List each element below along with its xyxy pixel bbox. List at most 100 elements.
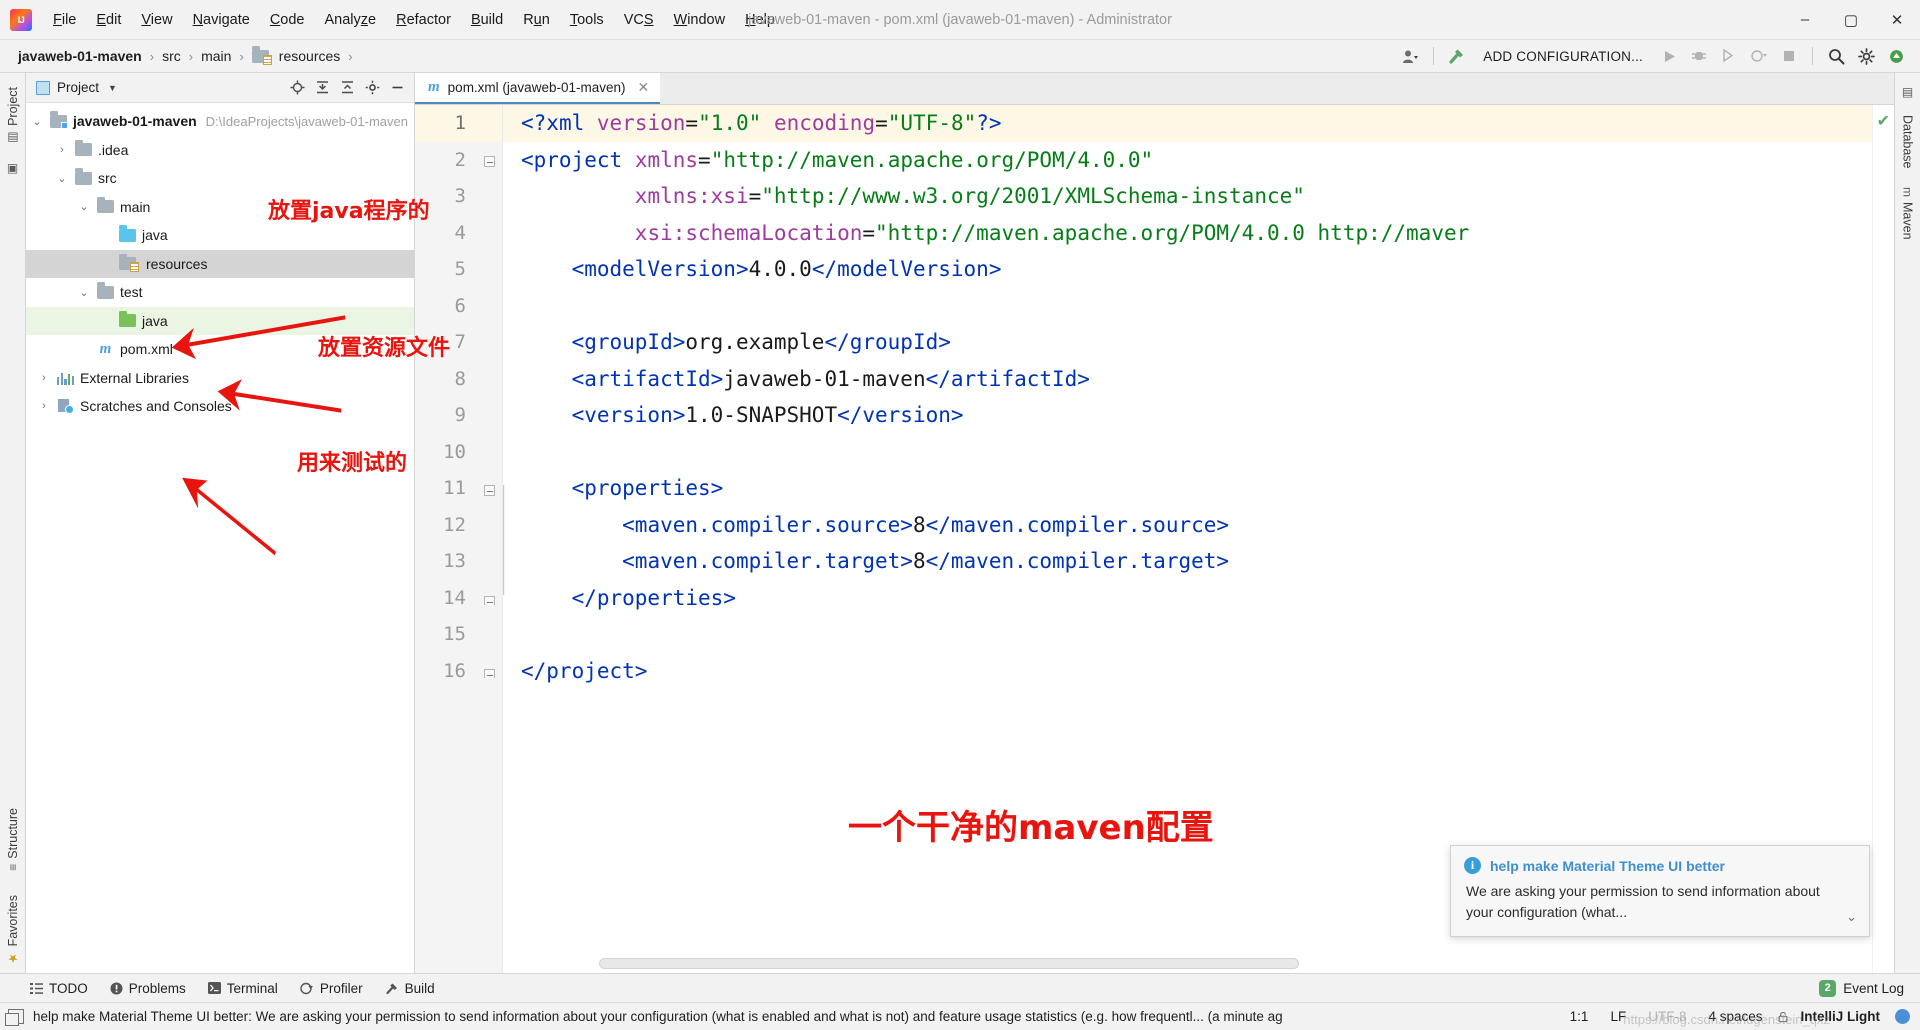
scrollbar-thumb[interactable]: [599, 958, 1299, 969]
chevron-down-icon[interactable]: ⌄: [54, 172, 70, 185]
menu-navigate[interactable]: Navigate: [184, 8, 259, 32]
hammer-icon[interactable]: [1443, 43, 1471, 69]
code-content[interactable]: <?xml version="1.0" encoding="UTF-8"?> <…: [503, 105, 1894, 973]
chevron-down-icon[interactable]: ⌄: [29, 115, 45, 128]
tree-row-test-java[interactable]: › java: [26, 306, 414, 335]
expand-icon[interactable]: [336, 77, 358, 99]
breadcrumb-project[interactable]: javaweb-01-maven: [14, 46, 146, 66]
tree-row-scratches-and-consoles[interactable]: › Scratches and Consoles: [26, 392, 414, 421]
event-log-button[interactable]: 2 Event Log: [1819, 979, 1920, 997]
status-message[interactable]: help make Material Theme UI better: We a…: [33, 1009, 1283, 1024]
editor-gutter[interactable]: 1 2 3 4 5 6 7 8 9 10 11 12 13 14 15 16: [415, 105, 503, 973]
menu-vcs[interactable]: VCS: [615, 8, 663, 32]
bottom-tab-todo[interactable]: TODO: [22, 978, 96, 999]
indent-setting[interactable]: 4 spaces: [1697, 1009, 1773, 1024]
update-icon[interactable]: [1882, 43, 1910, 69]
stop-icon[interactable]: [1775, 43, 1803, 69]
minimize-button[interactable]: –: [1782, 0, 1828, 39]
tree-row-idea[interactable]: › .idea: [26, 136, 414, 165]
breadcrumb-src[interactable]: src: [158, 46, 185, 66]
chevron-right-icon[interactable]: ›: [54, 144, 70, 156]
profiler-dropdown-icon[interactable]: [1745, 43, 1773, 69]
menu-edit[interactable]: Edit: [87, 8, 130, 32]
notification-popup[interactable]: i help make Material Theme UI better We …: [1450, 845, 1870, 937]
coverage-icon[interactable]: [1715, 43, 1743, 69]
close-icon[interactable]: ✕: [633, 79, 649, 96]
tree-row-src[interactable]: ⌄ src: [26, 164, 414, 193]
bottom-tab-profiler[interactable]: Profiler: [292, 978, 371, 999]
debug-icon[interactable]: [1685, 43, 1713, 69]
chevron-down-icon[interactable]: ⌄: [76, 200, 92, 213]
breadcrumb-resources[interactable]: resources: [248, 46, 344, 66]
caret-position[interactable]: 1:1: [1559, 1009, 1600, 1024]
code-token: 4.0.0: [748, 257, 812, 281]
editor-tab-pom-xml[interactable]: m pom.xml (javaweb-01-maven) ✕: [415, 73, 661, 104]
tree-row-test[interactable]: ⌄ test: [26, 278, 414, 307]
horizontal-scrollbar[interactable]: [503, 958, 1864, 970]
maximize-button[interactable]: ▢: [1828, 0, 1874, 39]
chevron-down-icon[interactable]: ⌄: [1846, 909, 1857, 925]
tree-row-pom-xml[interactable]: › m pom.xml: [26, 335, 414, 364]
chevron-down-icon[interactable]: ▼: [108, 83, 117, 93]
run-icon[interactable]: [1655, 43, 1683, 69]
menu-build[interactable]: Build: [462, 8, 512, 32]
bottom-tab-build[interactable]: Build: [377, 978, 443, 999]
profile-icon[interactable]: [1396, 43, 1424, 69]
chevron-right-icon[interactable]: ›: [36, 372, 52, 384]
close-button[interactable]: ✕: [1874, 0, 1920, 39]
fold-marker-line-16[interactable]: [483, 667, 496, 680]
menu-analyze[interactable]: Analyze: [316, 8, 386, 32]
bottom-tab-terminal[interactable]: Terminal: [200, 978, 286, 999]
code-token: "http://www.w3.org/2001/XMLSchema-instan…: [761, 184, 1305, 208]
menu-refactor[interactable]: Refactor: [387, 8, 460, 32]
folder-icon: [97, 282, 114, 299]
locate-icon[interactable]: [286, 77, 308, 99]
breadcrumb-main[interactable]: main: [197, 46, 235, 66]
structure-small-icon: ▣: [6, 160, 19, 175]
menu-view[interactable]: View: [132, 8, 181, 32]
collapse-all-icon[interactable]: [311, 77, 333, 99]
menu-run[interactable]: Run: [514, 8, 559, 32]
sidebar-tab-maven[interactable]: m Maven: [1897, 179, 1919, 248]
code-line-14: </properties>: [521, 580, 1894, 617]
tree-row-external-libraries[interactable]: › External Libraries: [26, 364, 414, 393]
code-token: <version>: [571, 403, 686, 427]
line-separator[interactable]: LF: [1599, 1009, 1637, 1024]
bottom-tab-problems[interactable]: Problems: [102, 978, 194, 999]
code-token: "http://maven.apache.org/POM/4.0.0 http:…: [875, 220, 1470, 245]
project-panel-title[interactable]: Project ▼: [36, 80, 117, 95]
hide-icon[interactable]: [386, 77, 408, 99]
search-icon[interactable]: [1822, 43, 1850, 69]
status-indicator-dot[interactable]: [1895, 1009, 1910, 1024]
menu-tools[interactable]: Tools: [561, 8, 613, 32]
menu-file[interactable]: FFileile: [44, 8, 85, 32]
chevron-right-icon[interactable]: ›: [36, 400, 52, 412]
code-token: </properties>: [571, 585, 736, 610]
menu-window[interactable]: Window: [665, 8, 735, 32]
lock-icon[interactable]: [1774, 1010, 1792, 1024]
tree-row-main-java[interactable]: › java: [26, 221, 414, 250]
fold-marker-line-11[interactable]: [483, 484, 496, 497]
add-configuration-button[interactable]: ADD CONFIGURATION...: [1473, 49, 1653, 64]
sidebar-tab-structure[interactable]: ≡ Structure: [2, 800, 24, 879]
fold-marker-line-2[interactable]: [483, 155, 496, 168]
theme-indicator[interactable]: IntelliJ Light: [1792, 1009, 1890, 1024]
sidebar-tab-project[interactable]: ▤ Project: [2, 79, 24, 153]
tree-row-main[interactable]: ⌄ main: [26, 193, 414, 222]
file-encoding[interactable]: UTF-8: [1637, 1009, 1697, 1024]
menu-code[interactable]: Code: [261, 8, 314, 32]
settings-gear-icon[interactable]: [361, 77, 383, 99]
breadcrumb-label: src: [162, 48, 181, 64]
chevron-down-icon[interactable]: ⌄: [76, 286, 92, 299]
gear-icon[interactable]: [1852, 43, 1880, 69]
menu-help[interactable]: Help: [736, 8, 784, 32]
fold-marker-line-14[interactable]: [483, 594, 496, 607]
tree-row-javaweb-01-maven[interactable]: ⌄ javaweb-01-maven D:\IdeaProjects\javaw…: [26, 107, 414, 136]
tree-row-resources[interactable]: › resources: [26, 249, 414, 278]
sidebar-tab-database[interactable]: Database: [1897, 107, 1919, 177]
editor-tab-label: pom.xml (javaweb-01-maven): [447, 80, 626, 95]
editor-inspection-stripe[interactable]: ✔: [1872, 105, 1894, 973]
sidebar-tab-favorites[interactable]: ★ Favorites: [2, 881, 24, 973]
